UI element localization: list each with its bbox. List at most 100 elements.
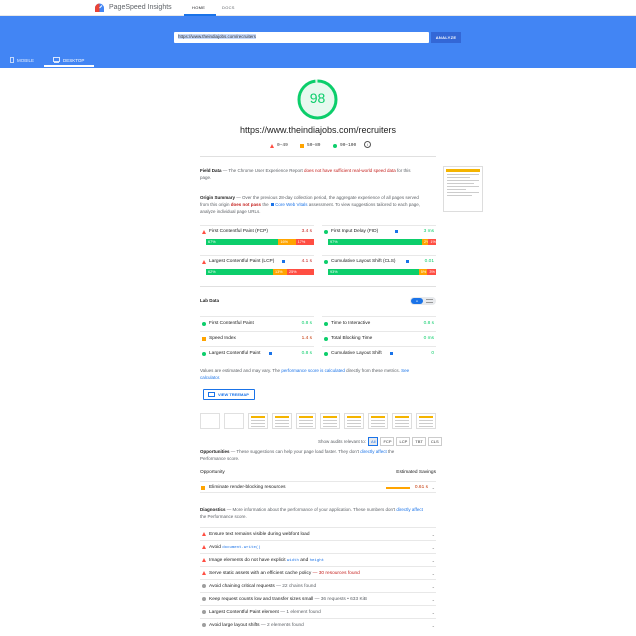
chip-cls[interactable]: CLS [427, 437, 442, 446]
pagespeed-logo-icon [94, 3, 105, 13]
metrics-view-toggle[interactable]: ▪▪ [410, 297, 436, 305]
origin-summary-the: the [262, 202, 269, 207]
filmstrip-frame [248, 413, 268, 429]
phone-icon [10, 57, 14, 63]
dist-fast: 93% [328, 269, 419, 275]
core-vital-badge-icon [390, 352, 393, 355]
chevron-down-icon[interactable]: ⌄ [432, 485, 435, 490]
lab-metric-tbt: Total Blocking Time 0 ms [322, 331, 436, 346]
chevron-down-icon[interactable]: ⌄ [432, 584, 435, 589]
dist-average: 13% [272, 269, 287, 275]
pass-circle-icon [324, 352, 328, 358]
savings-col-header: Estimated Savings [396, 470, 436, 475]
diagnostics-section: Diagnostics — More information about the… [200, 506, 430, 520]
origin-summary-section: Origin Summary — Over the previous 28-da… [200, 194, 420, 215]
dist-fast: 67% [206, 239, 279, 245]
distribution-bar: 62% 13% 25% [206, 269, 314, 275]
chevron-down-icon[interactable]: ⌄ [432, 610, 435, 615]
lab-metric-lcp: Largest Contentful Paint 0.8 s [200, 346, 314, 361]
chevron-down-icon[interactable]: ⌄ [432, 558, 435, 563]
diagnostic-name: Avoid document.write() [209, 545, 261, 550]
chip-lcp[interactable]: LCP [396, 437, 411, 446]
metric-name: Cumulative Layout Shift (CLS) [331, 259, 396, 264]
core-vital-badge-icon [406, 260, 409, 263]
dist-average: 16% [278, 239, 296, 245]
diagnostic-row[interactable]: Avoid large layout shifts — 2 elements f… [200, 618, 436, 631]
top-bar: PageSpeed Insights HOME DOCS [0, 0, 636, 16]
chevron-down-icon[interactable]: ⌄ [432, 571, 435, 576]
lab-note-text-2: directly from these metrics. [346, 368, 400, 373]
chip-tbt[interactable]: TBT [412, 437, 426, 446]
chevron-down-icon[interactable]: ⌄ [432, 532, 435, 537]
treemap-icon [208, 392, 215, 397]
info-circle-icon [202, 584, 206, 590]
fail-triangle-icon [202, 532, 206, 538]
opportunities-section: Opportunities — These suggestions can he… [200, 448, 420, 462]
dist-average: 5% [418, 269, 428, 275]
filter-label: Show audits relevant to: [318, 439, 367, 444]
pass-circle-icon [202, 322, 206, 328]
legend-average-label: 50–89 [307, 143, 321, 148]
tab-mobile-label: MOBILE [17, 57, 35, 63]
desktop-icon [53, 57, 60, 63]
score-calculated-link[interactable]: performance score is calculated [281, 368, 345, 373]
tab-desktop[interactable]: DESKTOP [53, 57, 84, 63]
dist-fast: 97% [328, 239, 422, 245]
average-square-icon [201, 486, 205, 490]
diagnostic-row[interactable]: Image elements do not have explicit widt… [200, 553, 436, 566]
chevron-down-icon[interactable]: ⌄ [432, 597, 435, 602]
diagnostic-row[interactable]: Avoid document.write() ⌄ [200, 540, 436, 553]
chip-fcp[interactable]: FCP [380, 437, 395, 446]
opportunities-title: Opportunities [200, 449, 230, 454]
diagnostic-name: Serve static assets with an efficient ca… [209, 571, 360, 576]
diagnostic-row[interactable]: Serve static assets with an efficient ca… [200, 566, 436, 579]
average-square-icon [202, 230, 206, 236]
diagnostic-name: Image elements do not have explicit widt… [209, 558, 324, 563]
pass-circle-icon [324, 322, 328, 328]
core-vital-badge-icon [269, 352, 272, 355]
diagnostics-directly-affect-link[interactable]: directly affect [396, 507, 422, 512]
opportunities-desc: — These suggestions can help your page l… [229, 449, 360, 454]
divider [200, 286, 436, 287]
tab-mobile[interactable]: MOBILE [10, 57, 34, 63]
chevron-down-icon[interactable]: ⌄ [432, 545, 435, 550]
chip-all[interactable]: All [368, 437, 379, 446]
view-treemap-label: VIEW TREEMAP [218, 392, 249, 397]
distribution-bar: 93% 5% 3% [328, 269, 436, 275]
diagnostic-row[interactable]: Avoid chaining critical requests — 22 ch… [200, 579, 436, 592]
info-icon[interactable]: i [364, 141, 371, 148]
diagnostic-row[interactable]: Largest Contentful Paint element — 1 ele… [200, 605, 436, 618]
opportunity-row[interactable]: Eliminate render-blocking resources 0.61… [200, 481, 436, 493]
metric-value: 3 ms [423, 229, 434, 234]
info-circle-icon [202, 623, 206, 629]
directly-affect-link[interactable]: directly affect [360, 449, 386, 454]
pass-circle-icon [324, 230, 328, 236]
field-data-link[interactable]: does not have sufficient real-world spee… [304, 168, 396, 173]
app-title: PageSpeed Insights [109, 4, 172, 11]
view-treemap-button[interactable]: VIEW TREEMAP [203, 389, 255, 400]
legend-fail-label: 0–49 [277, 143, 288, 148]
metric-fid: First Input Delay (FID) 3 ms 97% 2% 1% [322, 225, 436, 249]
nav-docs[interactable]: DOCS [222, 5, 235, 10]
lab-metric-name: Time to Interactive [331, 321, 371, 326]
diagnostic-row[interactable]: Keep request counts low and transfer siz… [200, 592, 436, 605]
fail-triangle-icon [202, 260, 206, 266]
metric-value: 4.1 s [301, 259, 312, 264]
lab-metric-cls: Cumulative Layout Shift 0 [322, 346, 436, 361]
lab-metric-value: 0 ms [423, 336, 434, 341]
chevron-down-icon[interactable]: ⌄ [432, 623, 435, 628]
legend-pass: 90–100 [333, 143, 356, 148]
audit-filter: Show audits relevant to: All FCP LCP TBT… [318, 437, 442, 446]
core-web-vitals-link[interactable]: Core Web Vitals [275, 202, 307, 207]
lab-data-title: Lab Data [200, 298, 220, 303]
nav-home[interactable]: HOME [192, 5, 205, 10]
url-input[interactable]: https://www.theindiajobs.com/recruiters [174, 32, 429, 43]
field-data-desc: — The Chrome User Experience Report [221, 168, 303, 173]
field-data-title: Field Data [200, 168, 222, 173]
diagnostic-row[interactable]: Ensure text remains visible during webfo… [200, 527, 436, 540]
filmstrip-frame [416, 413, 436, 429]
fail-triangle-icon [270, 143, 274, 148]
savings-bar [386, 487, 410, 489]
filmstrip-frame [344, 413, 364, 429]
analyze-button[interactable]: ANALYZE [431, 32, 461, 43]
